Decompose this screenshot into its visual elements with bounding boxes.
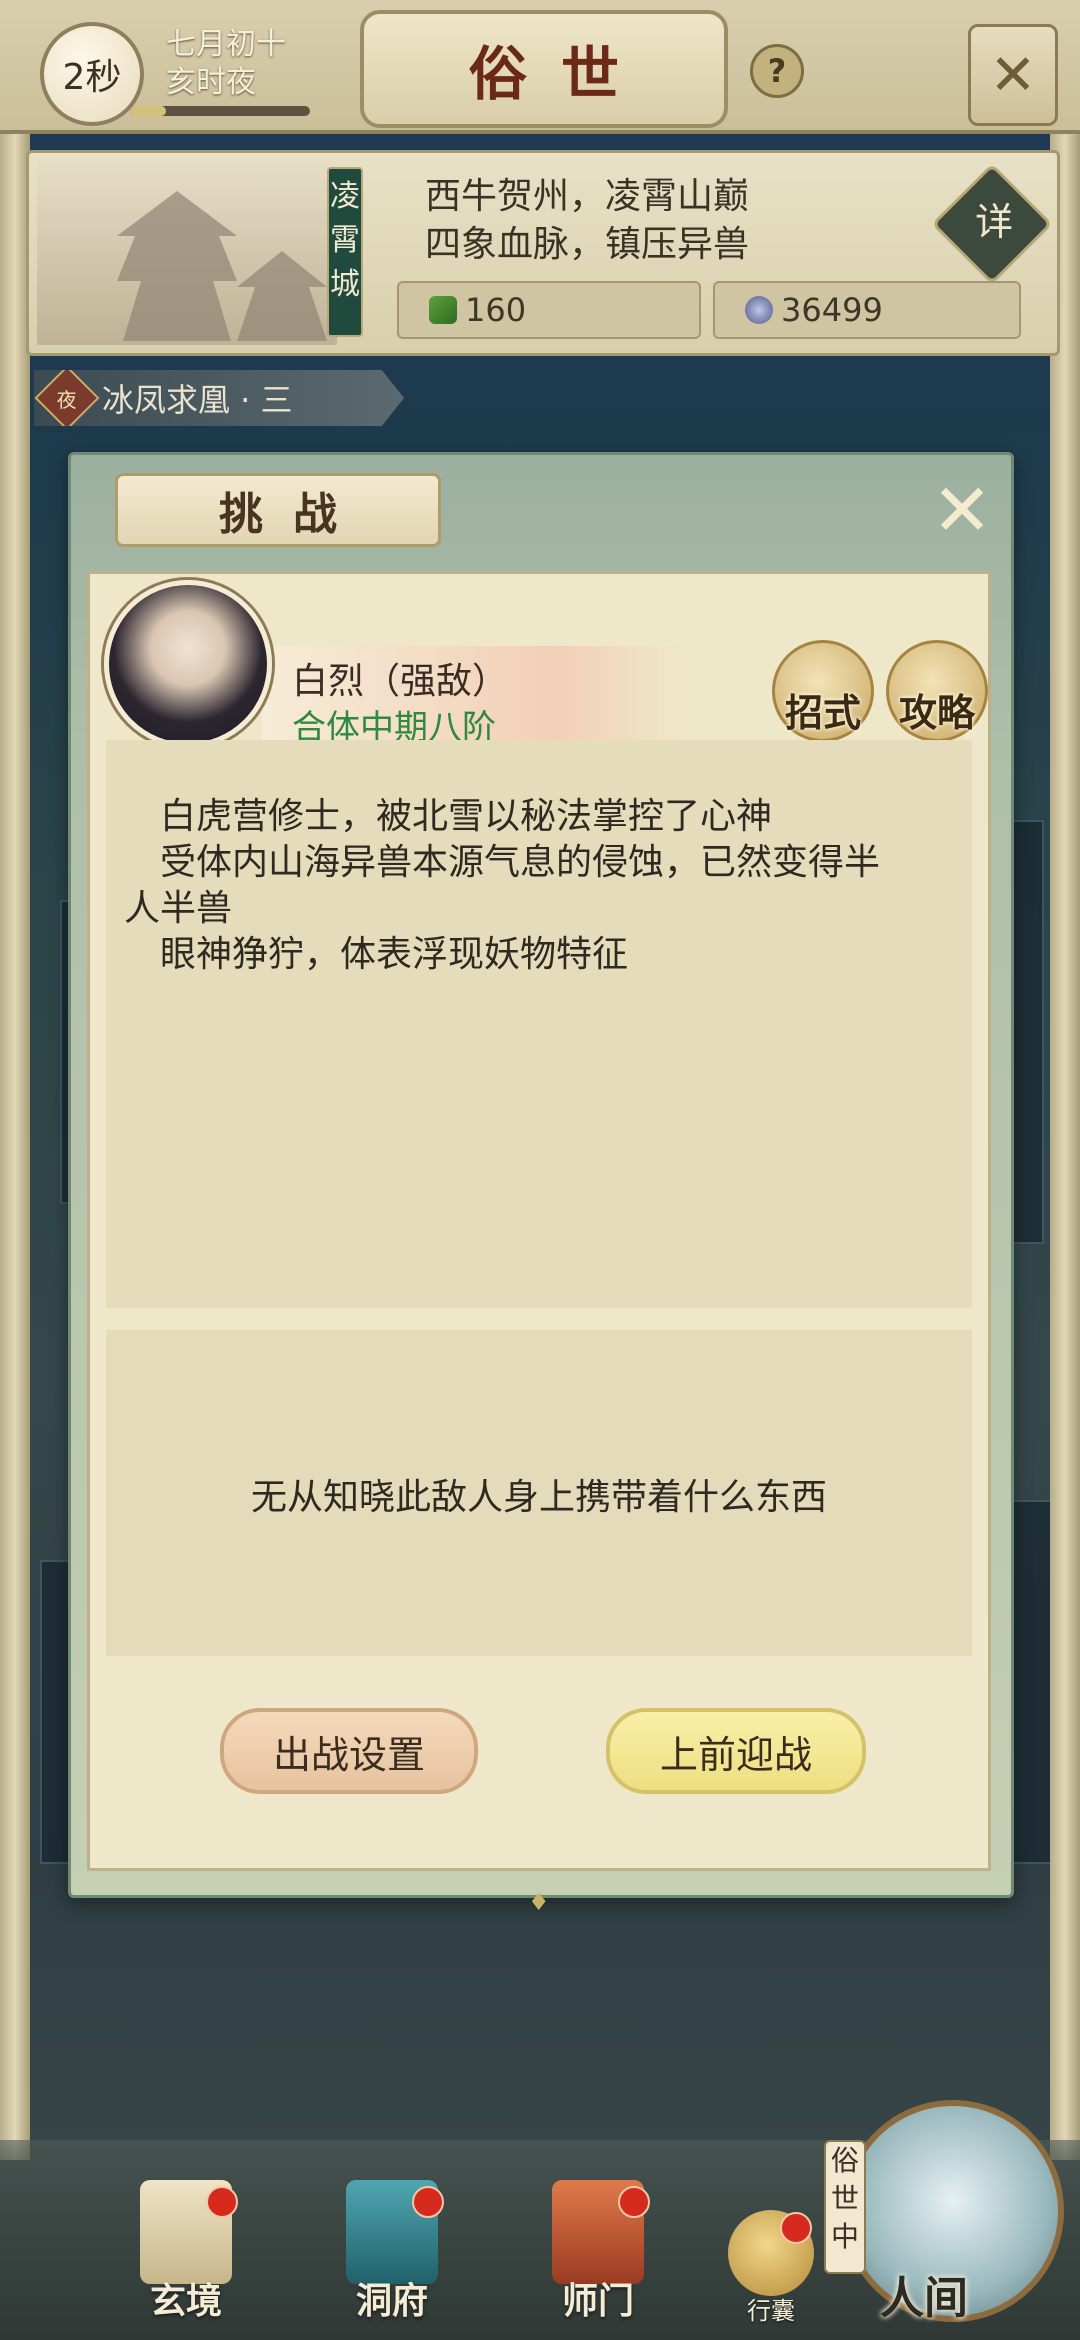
coin-icon <box>745 296 773 324</box>
pagoda-illustration <box>237 251 327 341</box>
night-badge-text: 夜 <box>57 387 77 412</box>
enemy-description-box: 白虎营修士，被北雪以秘法掌控了心神 受体内山海异兽本源气息的侵蚀，已然变得半 人… <box>106 740 972 1308</box>
dialog-tassel-icon: ♦ <box>528 1888 550 1916</box>
loot-text: 无从知晓此敌人身上携带着什么东西 <box>250 1477 827 1518</box>
timer-text: 2秒 <box>62 57 122 98</box>
location-image <box>37 161 337 345</box>
chapter-label: 冰凤求凰 · 三 <box>102 381 293 419</box>
location-desc-line-1: 西牛贺州，凌霄山巅 <box>425 176 750 217</box>
spirit-stone-icon <box>429 296 457 324</box>
page-title: 俗世 <box>360 10 728 128</box>
top-bar: 2秒 七月初十 亥时夜 俗世 ? ✕ <box>0 0 1080 134</box>
scroll-frame-left <box>0 130 30 2160</box>
location-name-banner: 凌霄城 <box>327 167 363 337</box>
location-panel: 凌霄城 西牛贺州，凌霄山巅 四象血脉，镇压异兽 详 160 36499 <box>26 150 1060 356</box>
skill-button-label: 招式 <box>784 691 861 735</box>
description-line: 白虎营修士，被北雪以秘法掌控了心神 <box>160 796 773 837</box>
skill-button[interactable]: 招式 <box>772 640 874 742</box>
scroll-frame-right <box>1050 130 1080 2160</box>
world-label: 人间 <box>880 2273 968 2324</box>
fight-button[interactable]: 上前迎战 <box>606 1708 866 1794</box>
nav-label: 玄境 <box>149 2280 222 2322</box>
notification-dot <box>206 2186 238 2218</box>
notification-dot <box>412 2186 444 2218</box>
time-progress-fill <box>130 106 166 116</box>
help-button[interactable]: ? <box>750 44 804 98</box>
description-line: 受体内山海异兽本源气息的侵蚀，已然变得半 <box>160 842 881 883</box>
resource-spirit-stone: 160 <box>397 281 701 339</box>
description-line: 人半兽 <box>124 888 233 929</box>
detail-button-label: 详 <box>975 199 1014 244</box>
game-date: 七月初十 亥时夜 <box>166 26 286 102</box>
close-icon: ✕ <box>989 42 1037 108</box>
timer-badge: 2秒 <box>40 22 144 126</box>
guide-button[interactable]: 攻略 <box>886 640 988 742</box>
battle-setup-label: 出战设置 <box>272 1732 425 1777</box>
top-close-button[interactable]: ✕ <box>968 24 1058 126</box>
nav-label: 师门 <box>561 2280 634 2322</box>
date-line-2: 亥时夜 <box>166 65 256 100</box>
description-line: 眼神狰狞，体表浮现妖物特征 <box>160 934 629 975</box>
enemy-avatar <box>104 580 272 748</box>
question-icon: ? <box>767 52 787 90</box>
detail-button[interactable]: 详 <box>931 163 1053 285</box>
battle-setup-button[interactable]: 出战设置 <box>220 1708 478 1794</box>
resource-1-value: 160 <box>465 291 527 329</box>
dialog-close-button[interactable]: ✕ <box>927 474 997 546</box>
resource-2-value: 36499 <box>781 291 883 329</box>
resource-coin: 36499 <box>713 281 1021 339</box>
date-line-1: 七月初十 <box>166 27 286 62</box>
notification-dot <box>780 2212 812 2244</box>
bag-label: 行囊 <box>747 2297 795 2325</box>
time-progress-bar <box>130 106 310 116</box>
loot-box: 无从知晓此敌人身上携带着什么东西 <box>106 1330 972 1656</box>
chapter-tag[interactable]: 夜 冰凤求凰 · 三 <box>34 370 404 426</box>
close-icon: ✕ <box>931 468 993 552</box>
pagoda-illustration <box>117 191 237 341</box>
page-title-text: 俗世 <box>468 40 653 108</box>
dialog-title-text: 挑战 <box>219 489 367 540</box>
fight-button-label: 上前迎战 <box>659 1732 812 1777</box>
notification-dot <box>618 2186 650 2218</box>
night-badge-icon: 夜 <box>34 370 100 426</box>
location-description: 西牛贺州，凌霄山巅 四象血脉，镇压异兽 <box>425 173 749 269</box>
location-desc-line-2: 四象血脉，镇压异兽 <box>425 224 750 265</box>
enemy-name: 白烈（强敌） <box>292 661 509 702</box>
world-status-tag: 俗世中 <box>824 2140 866 2274</box>
dialog-title: 挑战 <box>115 473 441 547</box>
guide-button-label: 攻略 <box>898 691 975 735</box>
nav-label: 洞府 <box>355 2280 428 2322</box>
